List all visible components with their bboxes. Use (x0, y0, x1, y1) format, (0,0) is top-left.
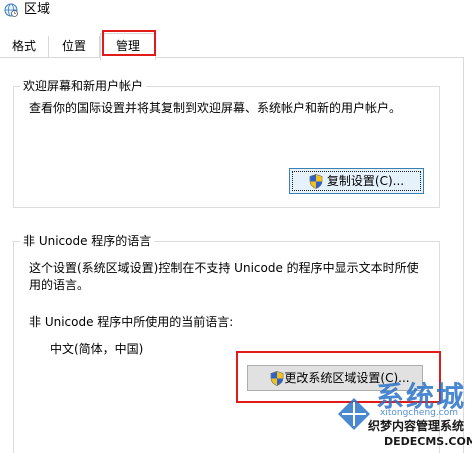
welcome-description: 查看你的国际设置并将其复制到欢迎屏幕、系统帐户和新的用户帐户。 (29, 101, 402, 115)
unicode-group-title: 非 Unicode 程序的语言 (20, 233, 155, 249)
title-bar: 区域 (0, 0, 472, 30)
tab-format[interactable]: 格式 (0, 36, 49, 57)
current-language-value: 中文(简体，中国) (50, 342, 144, 356)
change-system-locale-button[interactable]: 更改系统区域设置(C)... (247, 365, 423, 391)
tab-strip: 格式 位置 管理 (0, 30, 472, 60)
change-system-locale-label: 更改系统区域设置(C)... (284, 371, 410, 385)
globe-clock-icon (4, 3, 18, 17)
window-title: 区域 (24, 2, 51, 17)
current-language-label: 非 Unicode 程序中所使用的当前语言: (29, 315, 234, 329)
tab-location[interactable]: 位置 (49, 36, 100, 57)
unicode-description-line2: 用的语言。 (29, 278, 90, 292)
welcome-group-title: 欢迎屏幕和新用户帐户 (20, 78, 147, 94)
region-dialog: 区域 格式 位置 管理 欢迎屏幕和新用户帐户 查看你的国际设置并将其复制到欢迎屏… (0, 0, 472, 453)
copy-settings-button[interactable]: 复制设置(C)... (289, 168, 424, 194)
tab-highlight-box (102, 30, 156, 56)
copy-settings-label: 复制设置(C)... (326, 174, 405, 188)
